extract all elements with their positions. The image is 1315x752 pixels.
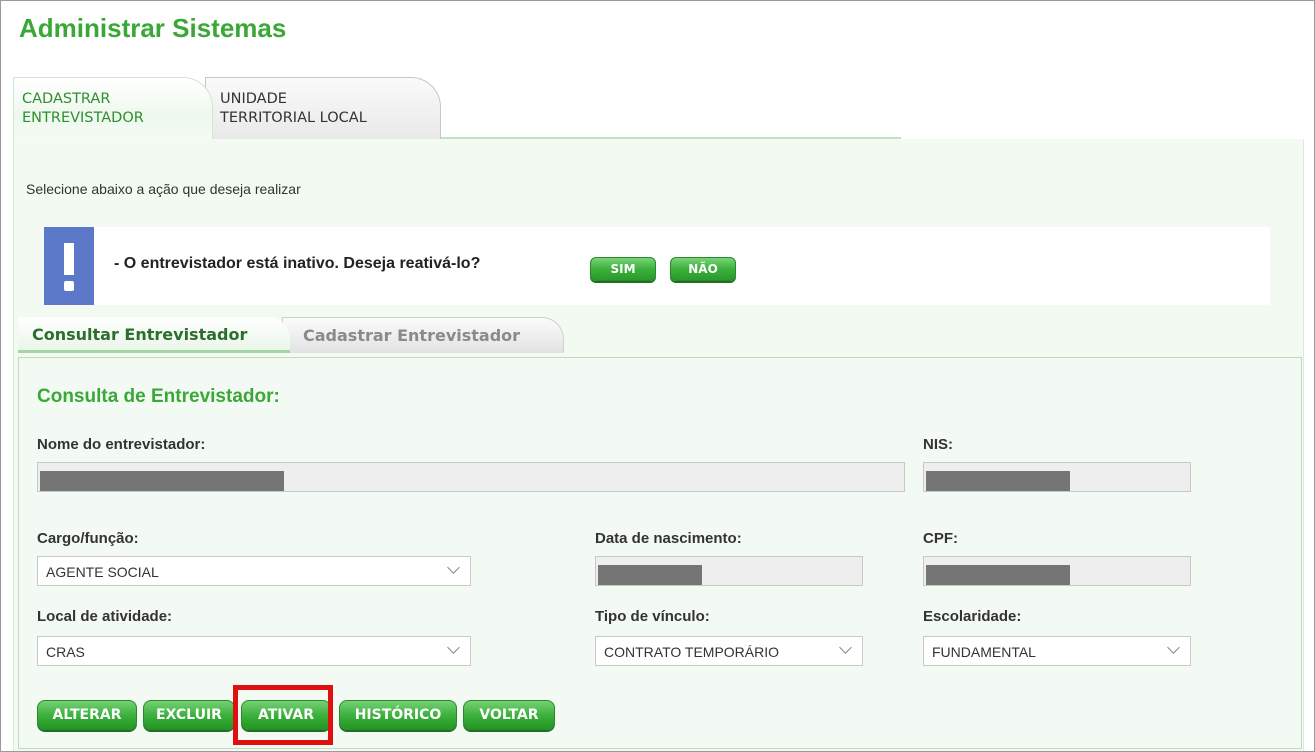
redacted-value [40,471,284,491]
tipo-vinculo-value: CONTRATO TEMPORÁRIO [604,644,780,660]
nome-field[interactable] [37,462,905,492]
page-frame: Administrar Sistemas CADASTRAR ENTREVIST… [0,0,1315,752]
chevron-down-icon [1167,641,1180,654]
nis-label: NIS: [923,436,953,453]
local-atividade-value: CRAS [46,644,85,660]
nome-label: Nome do entrevistador: [37,436,206,453]
cargo-label: Cargo/função: [37,530,139,547]
chevron-down-icon [839,641,852,654]
historico-button[interactable]: HISTÓRICO [339,700,457,730]
redacted-value [926,565,1070,585]
escolaridade-select[interactable]: FUNDAMENTAL [923,636,1191,666]
consulta-panel: Consulta de Entrevistador: Nome do entre… [18,357,1302,749]
local-atividade-select[interactable]: CRAS [37,636,471,666]
chevron-down-icon [447,561,460,574]
chevron-down-icon [447,641,460,654]
escolaridade-value: FUNDAMENTAL [932,644,1036,660]
cpf-field[interactable] [923,556,1191,586]
tipo-vinculo-label: Tipo de vínculo: [595,608,710,625]
data-nascimento-label: Data de nascimento: [595,530,742,547]
tab-cadastrar-entrevistador-inner[interactable]: Cadastrar Entrevistador [282,317,564,353]
cpf-label: CPF: [923,530,958,547]
data-nascimento-field[interactable] [595,556,863,586]
ativar-highlight-box [233,685,333,745]
no-button[interactable]: NÃO [670,257,736,281]
local-atividade-label: Local de atividade: [37,608,173,625]
voltar-button[interactable]: VOLTAR [463,700,555,730]
tab-cadastrar-entrevistador[interactable]: CADASTRAR ENTREVISTADOR [13,77,213,139]
yes-button[interactable]: SIM [590,257,656,281]
nis-field[interactable] [923,462,1191,492]
page-title: Administrar Sistemas [19,13,287,43]
alterar-button[interactable]: ALTERAR [37,700,137,730]
inner-tab-bar: Consultar Entrevistador Cadastrar Entrev… [18,317,568,353]
redacted-value [926,471,1070,491]
inactive-alert: - O entrevistador está inativo. Deseja r… [44,227,1270,305]
exclamation-icon [44,227,94,305]
content-panel: Selecione abaixo a ação que deseja reali… [13,139,1304,751]
redacted-value [598,565,702,585]
top-tab-bar: CADASTRAR ENTREVISTADOR UNIDADE TERRITOR… [13,77,901,139]
escolaridade-label: Escolaridade: [923,608,1022,625]
cargo-select[interactable]: AGENTE SOCIAL [37,556,471,586]
tab-consultar-entrevistador[interactable]: Consultar Entrevistador [18,317,290,353]
section-title: Consulta de Entrevistador: [37,386,280,407]
instruction-text: Selecione abaixo a ação que deseja reali… [26,181,301,197]
tipo-vinculo-select[interactable]: CONTRATO TEMPORÁRIO [595,636,863,666]
excluir-button[interactable]: EXCLUIR [143,700,235,730]
alert-message: - O entrevistador está inativo. Deseja r… [114,255,481,272]
cargo-value: AGENTE SOCIAL [46,564,159,580]
tab-unidade-territorial-local[interactable]: UNIDADE TERRITORIAL LOCAL [205,77,441,139]
